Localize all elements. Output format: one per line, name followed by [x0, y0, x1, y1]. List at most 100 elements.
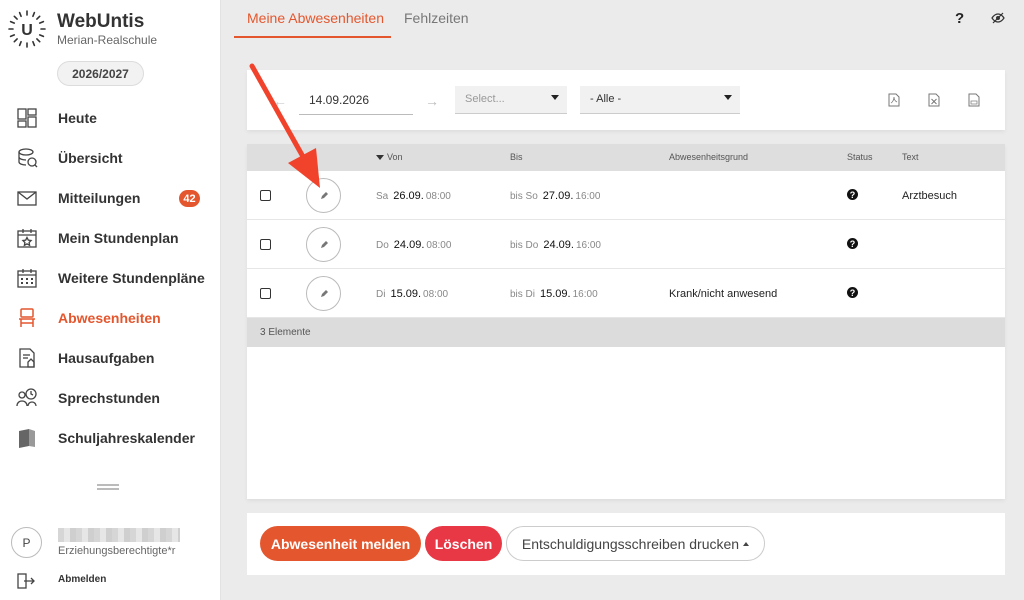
user-role: Erziehungsberechtigte*r	[58, 545, 176, 557]
help-icon[interactable]: ?	[955, 10, 964, 27]
from-weekday: Di	[376, 289, 386, 300]
webuntis-logo-icon: U	[8, 10, 46, 48]
homework-icon	[19, 348, 35, 368]
pencil-icon	[320, 240, 328, 248]
from-cell: Sa 26.09. 08:00	[376, 190, 451, 202]
logout-label: Abmelden	[58, 574, 107, 585]
print-excuse-button[interactable]: Entschuldigungsschreiben drucken	[506, 526, 765, 561]
sort-desc-icon	[376, 155, 384, 161]
status-unknown-icon: ?	[847, 189, 858, 200]
nav-item-mitteilungen[interactable]: Mitteilungen 42	[0, 178, 221, 218]
nav-item-mein-stundenplan[interactable]: Mein Stundenplan	[0, 218, 221, 258]
to-cell: bis Do 24.09. 16:00	[510, 239, 601, 251]
to-cell: bis So 27.09. 16:00	[510, 190, 600, 202]
chair-icon	[19, 308, 35, 327]
logout-link[interactable]: Abmelden	[16, 572, 106, 590]
visibility-toggle-icon[interactable]	[991, 12, 1005, 24]
to-cell: bis Di 15.09. 16:00	[510, 288, 598, 300]
pdf-export-icon[interactable]	[888, 93, 900, 107]
nav-item-schuljahreskalender[interactable]: Schuljahreskalender	[0, 418, 221, 458]
absences-table: Von Bis Abwesenheitsgrund Status Text Sa…	[247, 144, 1005, 499]
from-time: 08:00	[425, 191, 451, 202]
status-unknown-icon: ?	[847, 238, 858, 249]
csv-export-icon[interactable]	[968, 93, 980, 107]
status-select[interactable]: - Alle -	[580, 86, 740, 114]
active-tab-indicator	[234, 36, 391, 38]
edit-button[interactable]	[306, 276, 341, 311]
sidebar: U WebUntis Merian-Realschule 2026/2027 H…	[0, 0, 221, 600]
sidebar-collapse-handle[interactable]	[97, 482, 119, 494]
table-row[interactable]: Do 24.09. 08:00 bis Do 24.09. 16:00 ?	[247, 220, 1005, 269]
column-header-bis[interactable]: Bis	[510, 152, 523, 162]
from-date: 15.09.	[390, 288, 422, 300]
to-time: 16:00	[572, 289, 598, 300]
from-weekday: Do	[376, 240, 389, 251]
to-time: 16:00	[575, 191, 601, 202]
nav-item-sprechstunden[interactable]: Sprechstunden	[0, 378, 221, 418]
to-weekday: bis So	[510, 191, 538, 202]
nav-label: Hausaufgaben	[58, 350, 155, 366]
table-footer-count: 3 Elemente	[247, 318, 1005, 347]
chevron-down-icon	[551, 95, 559, 100]
unread-count-badge: 42	[179, 190, 200, 207]
excel-export-icon[interactable]	[928, 93, 940, 107]
row-checkbox[interactable]	[260, 239, 271, 250]
nav-label: Sprechstunden	[58, 390, 160, 406]
brand-name: WebUntis	[57, 11, 145, 32]
tab-meine-abwesenheiten[interactable]: Meine Abwesenheiten	[247, 10, 384, 26]
filter-panel: ← 14.09.2026 → Select... - Alle -	[247, 70, 1005, 130]
nav-label: Weitere Stundenpläne	[58, 270, 205, 286]
book-icon	[19, 429, 35, 448]
calendar-star-icon	[17, 229, 37, 248]
school-year-selector[interactable]: 2026/2027	[57, 61, 144, 86]
column-header-von[interactable]: Von	[376, 152, 403, 162]
nav-label: Schuljahreskalender	[58, 430, 195, 446]
edit-button[interactable]	[306, 227, 341, 262]
dashboard-icon	[17, 108, 37, 128]
overview-icon	[18, 148, 38, 168]
text-cell: Arztbesuch	[902, 190, 958, 202]
nav-item-hausaufgaben[interactable]: Hausaufgaben	[0, 338, 221, 378]
calendar-grid-icon	[17, 269, 37, 288]
to-date: 15.09.	[540, 288, 571, 300]
report-absence-button[interactable]: Abwesenheit melden	[260, 526, 421, 561]
mail-icon	[17, 191, 37, 206]
column-header-text[interactable]: Text	[902, 152, 919, 162]
delete-button[interactable]: Löschen	[425, 526, 502, 561]
table-row[interactable]: Sa 26.09. 08:00 bis So 27.09. 16:00 ? Arztbe…	[247, 171, 1005, 220]
consultation-icon	[16, 388, 37, 407]
brand[interactable]: U WebUntis Merian-Realschule	[8, 10, 157, 48]
logout-icon	[17, 573, 35, 589]
nav-item-weitere-stundenplaene[interactable]: Weitere Stundenpläne	[0, 258, 221, 298]
to-time: 16:00	[575, 240, 601, 251]
from-cell: Do 24.09. 08:00	[376, 239, 451, 251]
nav-label: Mein Stundenplan	[58, 230, 179, 246]
user-name-redacted	[58, 528, 180, 542]
from-weekday: Sa	[376, 191, 389, 202]
next-date-arrow-icon[interactable]: →	[425, 93, 439, 109]
table-row[interactable]: Di 15.09. 08:00 bis Di 15.09. 16:00 Krank/ni…	[247, 269, 1005, 318]
nav-item-abwesenheiten[interactable]: Abwesenheiten	[0, 298, 221, 338]
action-bar: Abwesenheit melden Löschen Entschuldigun…	[247, 513, 1005, 575]
nav-item-uebersicht[interactable]: Übersicht	[0, 138, 221, 178]
chevron-down-icon	[724, 95, 732, 100]
reason-cell: Krank/nicht anwesend	[669, 288, 778, 300]
row-checkbox[interactable]	[260, 288, 271, 299]
nav-item-heute[interactable]: Heute	[0, 98, 221, 138]
column-header-status[interactable]: Status	[847, 152, 873, 162]
nav-label: Abwesenheiten	[58, 310, 161, 326]
from-cell: Di 15.09. 08:00	[376, 288, 448, 300]
reason-select-placeholder: Select...	[465, 93, 505, 105]
chevron-up-icon	[743, 541, 750, 546]
main-nav: Heute Übersicht Mitteilungen 42 Mein Stu…	[0, 98, 221, 458]
column-header-abwesenheitsgrund[interactable]: Abwesenheitsgrund	[669, 152, 748, 162]
table-header: Von Bis Abwesenheitsgrund Status Text	[247, 144, 1005, 171]
nav-label: Übersicht	[58, 150, 123, 166]
avatar[interactable]: P	[11, 527, 42, 558]
school-name: Merian-Realschule	[57, 33, 158, 47]
status-unknown-icon: ?	[847, 287, 858, 298]
reason-select[interactable]: Select...	[455, 86, 567, 114]
tab-fehlzeiten[interactable]: Fehlzeiten	[404, 10, 469, 26]
to-date: 27.09.	[542, 190, 574, 202]
from-date: 24.09.	[393, 239, 425, 251]
